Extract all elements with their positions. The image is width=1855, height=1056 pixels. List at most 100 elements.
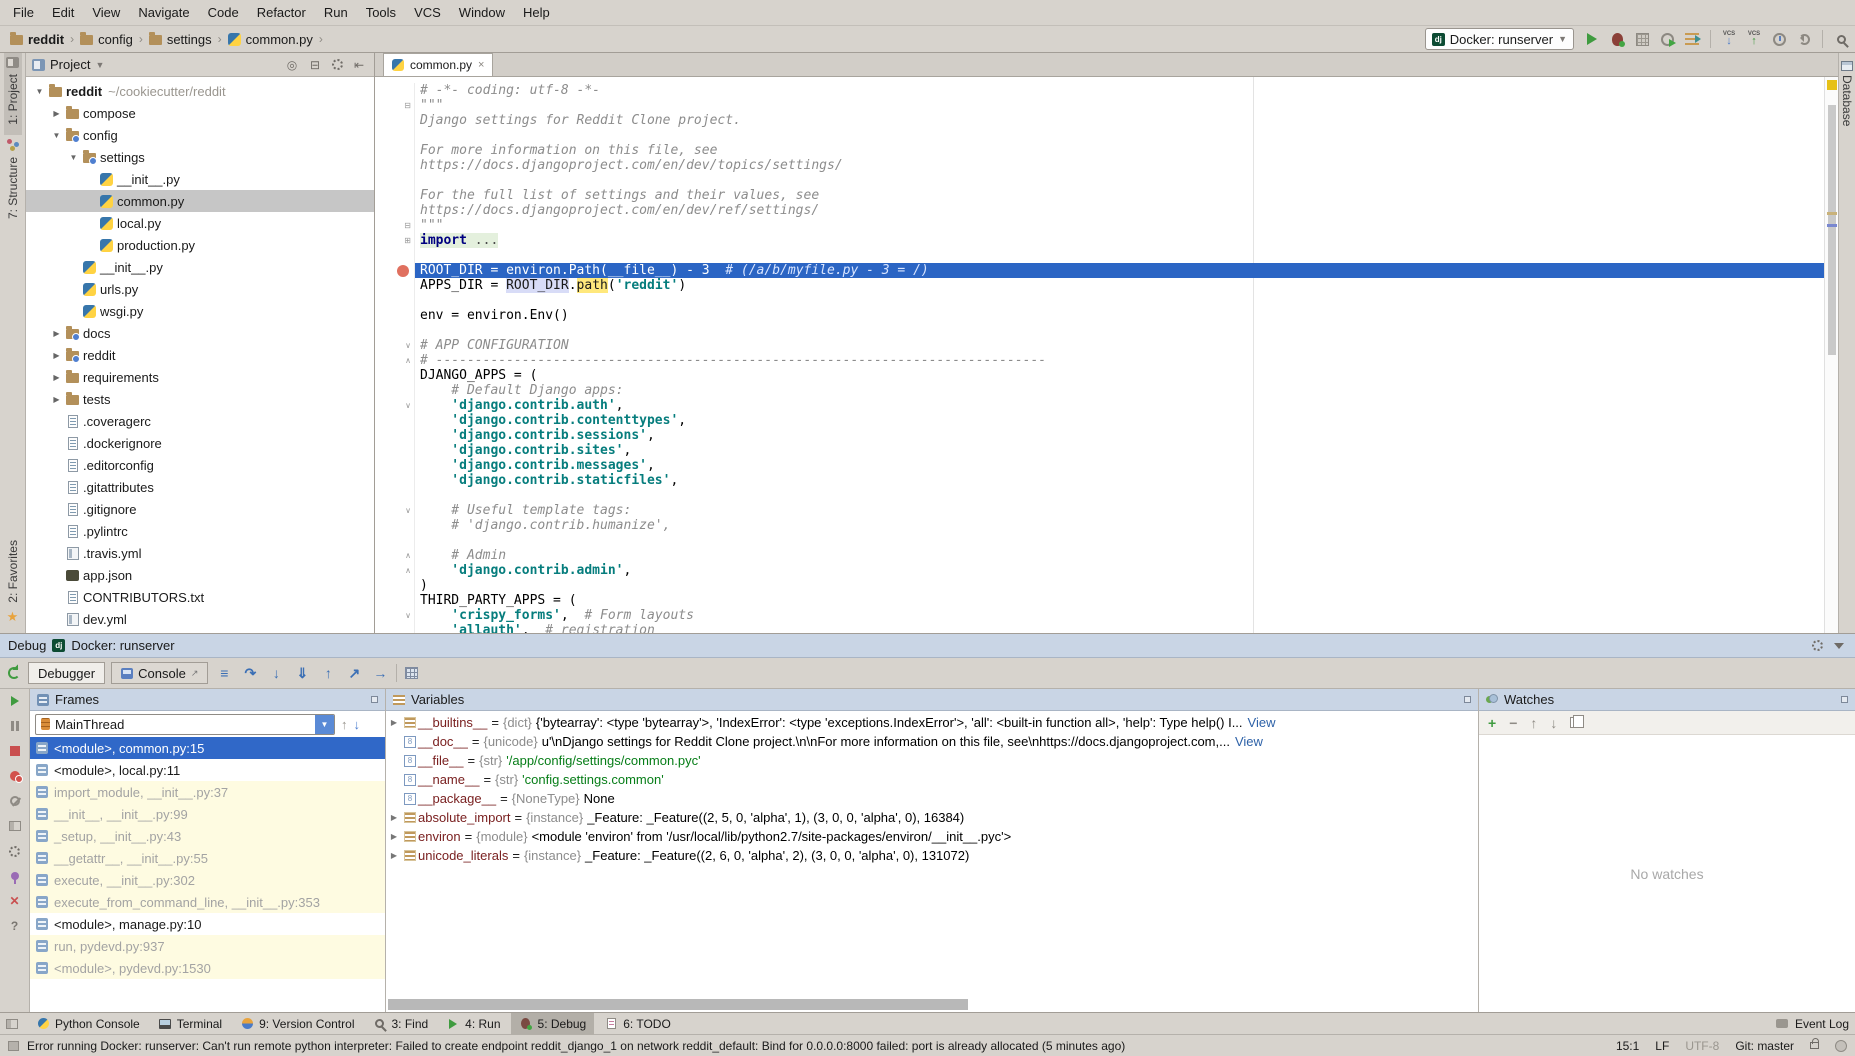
run-to-cursor-icon[interactable]: ↗ <box>344 665 364 682</box>
sidebar-tab-structure[interactable]: 7: Structure <box>4 135 22 229</box>
variable-row-name[interactable]: 8__name__={str} 'config.settings.common' <box>386 770 1478 789</box>
remove-watch-icon[interactable]: − <box>1509 715 1517 731</box>
run-with-coverage-icon[interactable] <box>1634 31 1650 47</box>
local-history-icon[interactable] <box>1771 31 1787 47</box>
status-item-git-master[interactable]: Git: master <box>1735 1039 1794 1053</box>
code-area[interactable]: # -*- coding: utf-8 -*-⊟"""Django settin… <box>375 77 1838 633</box>
pin-icon[interactable] <box>7 868 23 884</box>
fold-marker-icon[interactable]: ⊞ <box>404 236 411 245</box>
search-everywhere-icon[interactable] <box>1833 31 1849 47</box>
collapse-all-icon[interactable]: ⊟ <box>306 58 324 72</box>
frame-item[interactable]: import_module, __init__.py:37 <box>30 781 385 803</box>
menu-item-navigate[interactable]: Navigate <box>129 0 198 26</box>
menu-item-help[interactable]: Help <box>514 0 559 26</box>
vcs-update-icon[interactable]: VCS↓ <box>1721 31 1737 47</box>
tree-item-settings[interactable]: ▼settings <box>26 146 374 168</box>
debug-button[interactable] <box>1609 31 1625 47</box>
expand-arrow-icon[interactable]: ▶ <box>386 813 402 822</box>
status-window-icon[interactable] <box>8 1041 19 1051</box>
code-line[interactable]: 'django.contrib.contenttypes', <box>375 413 1824 428</box>
pin-mini-icon[interactable] <box>1464 696 1471 703</box>
resume-icon[interactable] <box>7 693 23 709</box>
variable-row-file[interactable]: 8__file__={str} '/app/config/settings/co… <box>386 751 1478 770</box>
coverage-report-icon[interactable] <box>1684 31 1700 47</box>
horizontal-scrollbar[interactable] <box>388 999 968 1010</box>
close-icon[interactable]: ✕ <box>7 893 23 909</box>
fold-marker-icon[interactable]: ⊟ <box>404 221 411 230</box>
mute-breakpoints-icon[interactable] <box>7 793 23 809</box>
code-line[interactable]: ROOT_DIR = environ.Path(__file__) - 3 # … <box>375 263 1824 278</box>
breakpoint-icon[interactable] <box>397 265 409 277</box>
code-line[interactable]: ⊞import ... <box>375 233 1824 248</box>
thread-dropdown-button[interactable]: ▼ <box>315 714 334 735</box>
tree-item-wsgi-py[interactable]: wsgi.py <box>26 300 374 322</box>
expand-arrow-icon[interactable]: ▶ <box>386 832 402 841</box>
tool-tab-version-control[interactable]: 9: Version Control <box>232 1013 362 1035</box>
previous-frame-icon[interactable]: ↑ <box>341 717 348 732</box>
tree-item-requirements[interactable]: ▶requirements <box>26 366 374 388</box>
code-line[interactable]: # -*- coding: utf-8 -*- <box>375 83 1824 98</box>
settings-gear-icon[interactable] <box>329 57 345 73</box>
event-log-button[interactable]: Event Log <box>1795 1017 1849 1031</box>
frame-item[interactable]: <module>, common.py:15 <box>30 737 385 759</box>
force-step-into-icon[interactable]: ⇓ <box>292 665 312 682</box>
code-line[interactable]: ∧ 'django.contrib.admin', <box>375 563 1824 578</box>
tree-item--init-py[interactable]: __init__.py <box>26 256 374 278</box>
frame-item[interactable]: execute_from_command_line, __init__.py:3… <box>30 891 385 913</box>
tree-item-local-py[interactable]: local.py <box>26 212 374 234</box>
tree-expand-icon[interactable]: ▶ <box>49 109 64 118</box>
code-line[interactable]: For the full list of settings and their … <box>375 188 1824 203</box>
variable-row-package[interactable]: 8__package__={NoneType} None <box>386 789 1478 808</box>
code-line[interactable]: 'django.contrib.staticfiles', <box>375 473 1824 488</box>
tree-item-reddit[interactable]: ▶reddit <box>26 344 374 366</box>
frame-item[interactable]: <module>, pydevd.py:1530 <box>30 957 385 979</box>
code-line[interactable]: ∨ # Useful template tags: <box>375 503 1824 518</box>
menu-item-tools[interactable]: Tools <box>357 0 405 26</box>
code-line[interactable]: ∧# -------------------------------------… <box>375 353 1824 368</box>
editor-tab-common-py[interactable]: common.py × <box>383 53 493 76</box>
variable-row-doc[interactable]: 8__doc__={unicode} u'\nDjango settings f… <box>386 732 1478 751</box>
code-line[interactable]: # 'django.contrib.humanize', <box>375 518 1824 533</box>
locate-file-icon[interactable]: ◎ <box>283 58 301 72</box>
help-icon[interactable]: ? <box>7 918 23 934</box>
expand-arrow-icon[interactable]: ▶ <box>386 718 402 727</box>
breadcrumb-item[interactable]: settings <box>149 32 212 47</box>
fold-marker-icon[interactable]: ∧ <box>405 356 411 365</box>
tree-item-common-py[interactable]: common.py <box>26 190 374 212</box>
hide-panel-icon[interactable]: ⇤ <box>350 58 368 72</box>
tree-item--gitattributes[interactable]: .gitattributes <box>26 476 374 498</box>
tree-item-docs[interactable]: ▶docs <box>26 322 374 344</box>
hide-window-icon[interactable] <box>1831 638 1847 654</box>
rerun-icon[interactable] <box>6 665 22 681</box>
status-item-15-1[interactable]: 15:1 <box>1616 1039 1639 1053</box>
fold-marker-icon[interactable]: ∨ <box>405 506 411 515</box>
code-line[interactable]: For more information on this file, see <box>375 143 1824 158</box>
add-watch-icon[interactable]: + <box>1488 715 1496 731</box>
code-line[interactable] <box>375 248 1824 263</box>
code-line[interactable]: DJANGO_APPS = ( <box>375 368 1824 383</box>
fold-marker-icon[interactable]: ∨ <box>405 401 411 410</box>
code-line[interactable] <box>375 488 1824 503</box>
lock-icon[interactable] <box>1810 1042 1819 1049</box>
frame-item[interactable]: <module>, manage.py:10 <box>30 913 385 935</box>
code-line[interactable]: ∧ # Admin <box>375 548 1824 563</box>
code-line[interactable]: ) <box>375 578 1824 593</box>
frame-item[interactable]: execute, __init__.py:302 <box>30 869 385 891</box>
next-frame-icon[interactable]: ↓ <box>354 717 361 732</box>
menu-item-refactor[interactable]: Refactor <box>248 0 315 26</box>
menu-item-edit[interactable]: Edit <box>43 0 83 26</box>
tree-expand-icon[interactable]: ▼ <box>66 153 81 162</box>
code-line[interactable]: ⊟""" <box>375 98 1824 113</box>
fold-marker-icon[interactable]: ⊟ <box>404 101 411 110</box>
tool-tab-debug[interactable]: 5: Debug <box>511 1013 595 1035</box>
tab-debugger[interactable]: Debugger <box>28 662 105 684</box>
code-line[interactable]: 'django.contrib.sites', <box>375 443 1824 458</box>
tree-item-app-json[interactable]: app.json <box>26 564 374 586</box>
settings-gear-icon[interactable] <box>1809 638 1825 654</box>
frame-item[interactable]: __getattr__, __init__.py:55 <box>30 847 385 869</box>
tree-item--coveragerc[interactable]: .coveragerc <box>26 410 374 432</box>
fold-marker-icon[interactable]: ∧ <box>405 566 411 575</box>
code-line[interactable]: ∨# APP CONFIGURATION <box>375 338 1824 353</box>
tool-tab-run[interactable]: 4: Run <box>438 1013 508 1035</box>
fold-marker-icon[interactable]: ∨ <box>405 341 411 350</box>
